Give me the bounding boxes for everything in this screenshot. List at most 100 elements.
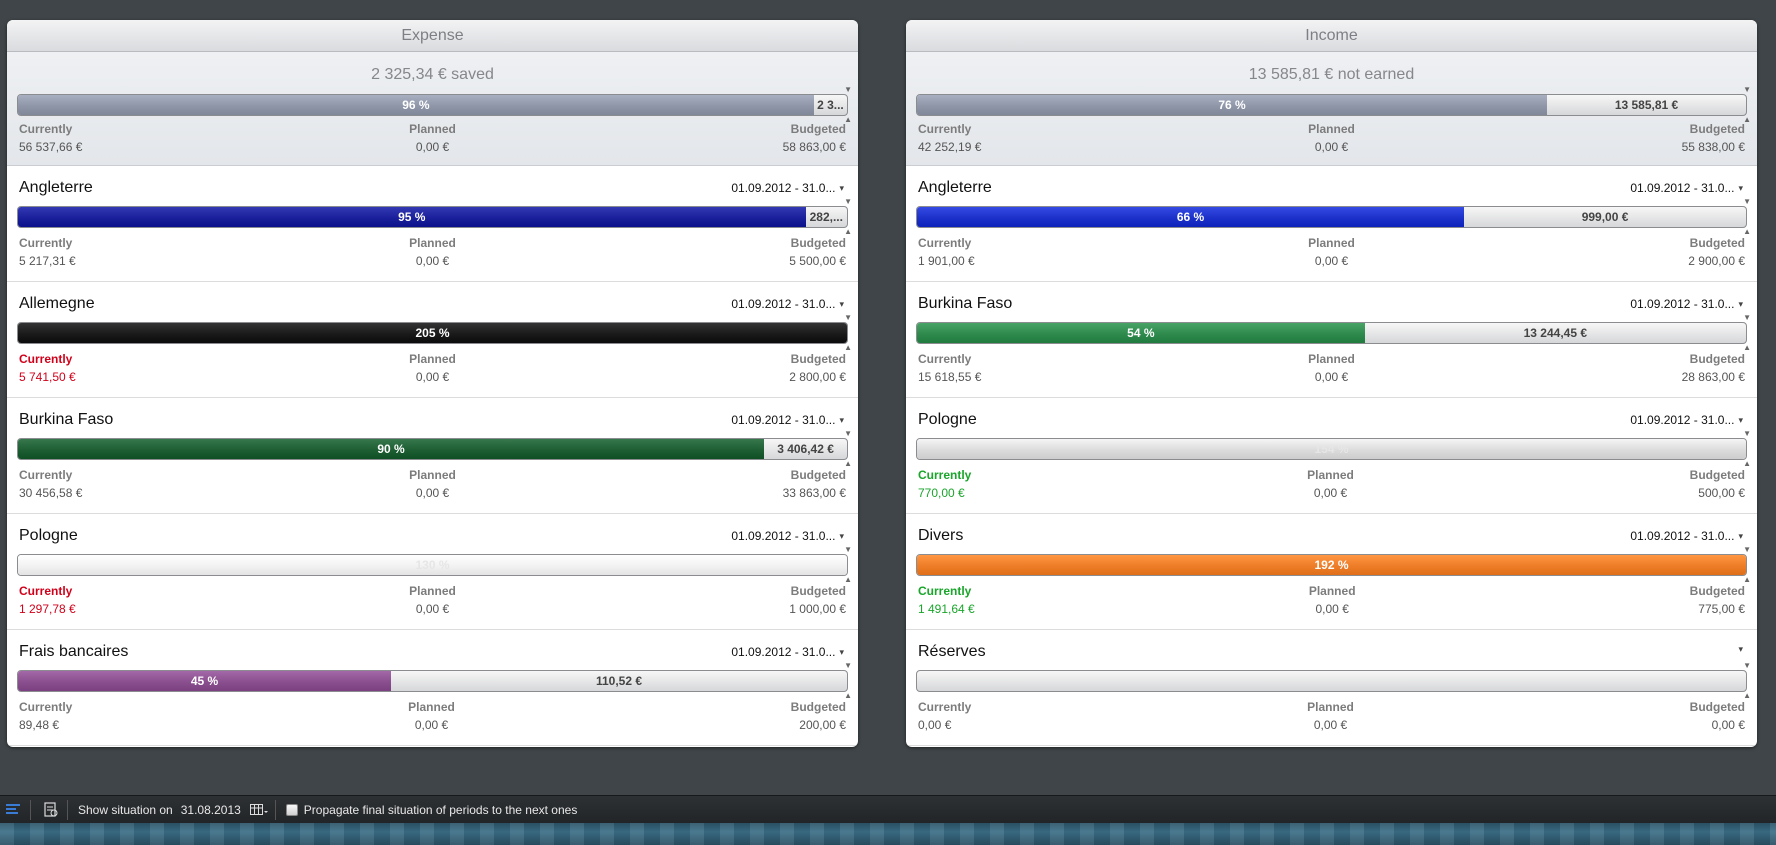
budgeted-stat: Budgeted 200,00 €: [791, 700, 846, 732]
chevron-down-icon[interactable]: ▾: [1738, 415, 1743, 425]
stats-row: Currently 15 618,55 € Planned 0,00 € Budgete…: [918, 352, 1745, 384]
period-dropdown[interactable]: 01.09.2012 - 31.0... ▾: [731, 297, 844, 311]
budget-marker-icon: ▼: [844, 85, 852, 94]
chevron-down-icon[interactable]: ▾: [1738, 299, 1743, 309]
planned-value: 0,00 €: [1314, 140, 1349, 154]
planned-stat: Planned 0,00 €: [409, 468, 456, 500]
budget-marker-icon: ▲: [1743, 343, 1751, 352]
chevron-down-icon[interactable]: ▾: [839, 531, 844, 541]
budget-marker-icon: ▼: [1743, 313, 1751, 322]
progress-bar[interactable]: 45 % 110,52 €: [17, 670, 848, 692]
period-dropdown[interactable]: 01.09.2012 - 31.0... ▾: [1630, 413, 1743, 427]
budget-row[interactable]: Frais bancaires 01.09.2012 - 31.0... ▾ 45 %…: [7, 630, 858, 746]
budgeted-stat: Budgeted 28 863,00 €: [1682, 352, 1745, 384]
period-text: 01.09.2012 - 31.0...: [1630, 529, 1735, 543]
progress-remaining-label: 13 244,45 €: [1523, 326, 1588, 340]
progress-bar[interactable]: 66 % 999,00 €: [916, 206, 1747, 228]
period-dropdown[interactable]: 01.09.2012 - 31.0... ▾: [1630, 181, 1743, 195]
stats-row: Currently 89,48 € Planned 0,00 € Budgeted 200…: [19, 700, 846, 732]
currently-label: Currently: [918, 352, 972, 366]
progress-fill: 90 %: [18, 439, 765, 459]
budgeted-label: Budgeted: [790, 122, 846, 136]
chevron-down-icon[interactable]: ▾: [839, 415, 844, 425]
currently-stat: Currently 15 618,55 €: [918, 352, 981, 384]
progress-percent-label: 45 %: [190, 674, 219, 688]
budget-row[interactable]: Burkina Faso 01.09.2012 - 31.0... ▾ 90 % 3 4…: [7, 398, 858, 514]
budget-row[interactable]: Burkina Faso 01.09.2012 - 31.0... ▾ 54 % 13 …: [906, 282, 1757, 398]
planned-stat: Planned 0,00 €: [1307, 468, 1354, 500]
period-dropdown[interactable]: 01.09.2012 - 31.0... ▾: [731, 529, 844, 543]
progress-bar[interactable]: 205 %: [17, 322, 848, 344]
budgeted-label: Budgeted: [790, 584, 846, 598]
budget-marker-icon: ▼: [844, 429, 852, 438]
chevron-down-icon[interactable]: ▾: [839, 647, 844, 657]
period-text: 01.09.2012 - 31.0...: [1630, 413, 1735, 427]
chevron-down-icon[interactable]: ▾: [1738, 183, 1743, 193]
budgeted-stat: Budgeted 1 000,00 €: [789, 584, 846, 616]
period-dropdown[interactable]: 01.09.2012 - 31.0... ▾: [731, 645, 844, 659]
chevron-down-icon[interactable]: ▾: [1738, 645, 1743, 654]
budget-row[interactable]: Allemegne 01.09.2012 - 31.0... ▾ 205 % ▼ ▲ Cur…: [7, 282, 858, 398]
progress-fill: 45 %: [18, 671, 392, 691]
budget-marker-icon: ▼: [1743, 661, 1751, 670]
budget-row[interactable]: Angleterre 01.09.2012 - 31.0... ▾ 95 % 282,.…: [7, 166, 858, 282]
progress-fill: 205 %: [18, 323, 847, 343]
calendar-icon[interactable]: [249, 800, 269, 820]
period-dropdown[interactable]: 01.09.2012 - 31.0... ▾: [1630, 529, 1743, 543]
period-dropdown[interactable]: 01.09.2012 - 31.0... ▾: [731, 413, 844, 427]
budget-marker-icon: ▼: [1743, 429, 1751, 438]
show-situation-label: Show situation on: [78, 802, 173, 817]
stats-row: Currently 0,00 € Planned 0,00 € Budgeted 0,00…: [918, 700, 1745, 732]
planned-label: Planned: [1308, 352, 1355, 366]
budget-row[interactable]: Pologne 01.09.2012 - 31.0... ▾ 154 % ▼ ▲ Curre…: [906, 398, 1757, 514]
progress-bar[interactable]: 96 % 2 3...: [17, 94, 848, 116]
progress-remaining-label: 2 3...: [817, 98, 844, 112]
planned-value: 0,00 €: [415, 602, 450, 616]
budget-row[interactable]: Divers 01.09.2012 - 31.0... ▾ 192 % ▼ ▲ Curren…: [906, 514, 1757, 630]
progress-fill: 192 %: [917, 555, 1746, 575]
progress-bar[interactable]: 130 %: [17, 554, 848, 576]
planned-label: Planned: [408, 700, 455, 714]
budgeted-value: 500,00 €: [1698, 486, 1745, 500]
budget-name: Réserves: [918, 643, 986, 660]
budgeted-stat: Budgeted 2 800,00 €: [789, 352, 846, 384]
progress-bar[interactable]: 54 % 13 244,45 €: [916, 322, 1747, 344]
planned-stat: Planned 0,00 €: [1307, 700, 1354, 732]
progress-bar[interactable]: 90 % 3 406,42 €: [17, 438, 848, 460]
period-dropdown[interactable]: 01.09.2012 - 31.0... ▾: [731, 181, 844, 195]
progress-bar[interactable]: [916, 670, 1747, 692]
period-dropdown[interactable]: ▾: [1738, 645, 1743, 654]
income-summary[interactable]: 13 585,81 € not earned 76 % 13 585,81 € ▼ ▲ C…: [906, 52, 1757, 166]
budget-row[interactable]: Angleterre 01.09.2012 - 31.0... ▾ 66 % 999,0…: [906, 166, 1757, 282]
expense-summary[interactable]: 2 325,34 € saved 96 % 2 3... ▼ ▲ Currently 56 …: [7, 52, 858, 166]
budgeted-label: Budgeted: [1689, 584, 1745, 598]
situation-date-field[interactable]: 31.08.2013: [181, 803, 241, 817]
planned-value: 0,00 €: [1314, 254, 1349, 268]
progress-bar[interactable]: 95 % 282,...: [17, 206, 848, 228]
budget-view-icon[interactable]: [4, 800, 24, 820]
progress-percent-label: 154 %: [1314, 442, 1349, 456]
budget-row[interactable]: Réserves ▾ ▼ ▲ Currently 0,00 € Planned 0,00 € B…: [906, 630, 1757, 746]
propagate-checkbox[interactable]: [285, 803, 298, 816]
planned-label: Planned: [409, 584, 456, 598]
progress-bar[interactable]: 76 % 13 585,81 €: [916, 94, 1747, 116]
budgeted-stat: Budgeted 5 500,00 €: [789, 236, 846, 268]
budget-name: Angleterre: [19, 179, 93, 196]
chevron-down-icon[interactable]: ▾: [839, 183, 844, 193]
chevron-down-icon[interactable]: ▾: [839, 299, 844, 309]
progress-fill: 154 %: [917, 439, 1746, 459]
summary-title: 13 585,81 € not earned: [1248, 66, 1415, 83]
stats-row: Currently 770,00 € Planned 0,00 € Budgeted 50…: [918, 468, 1745, 500]
report-icon[interactable]: [41, 800, 61, 820]
currently-stat: Currently 42 252,19 €: [918, 122, 981, 154]
chevron-down-icon[interactable]: ▾: [1738, 531, 1743, 541]
budgeted-stat: Budgeted 500,00 €: [1690, 468, 1745, 500]
budget-row[interactable]: Pologne 01.09.2012 - 31.0... ▾ 130 % ▼ ▲ Curre…: [7, 514, 858, 630]
progress-fill: 130 %: [18, 555, 847, 575]
progress-bar[interactable]: 192 %: [916, 554, 1747, 576]
period-dropdown[interactable]: 01.09.2012 - 31.0... ▾: [1630, 297, 1743, 311]
planned-value: 0,00 €: [414, 718, 449, 732]
budgeted-value: 1 000,00 €: [789, 602, 846, 616]
progress-bar[interactable]: 154 %: [916, 438, 1747, 460]
planned-stat: Planned 0,00 €: [409, 236, 456, 268]
